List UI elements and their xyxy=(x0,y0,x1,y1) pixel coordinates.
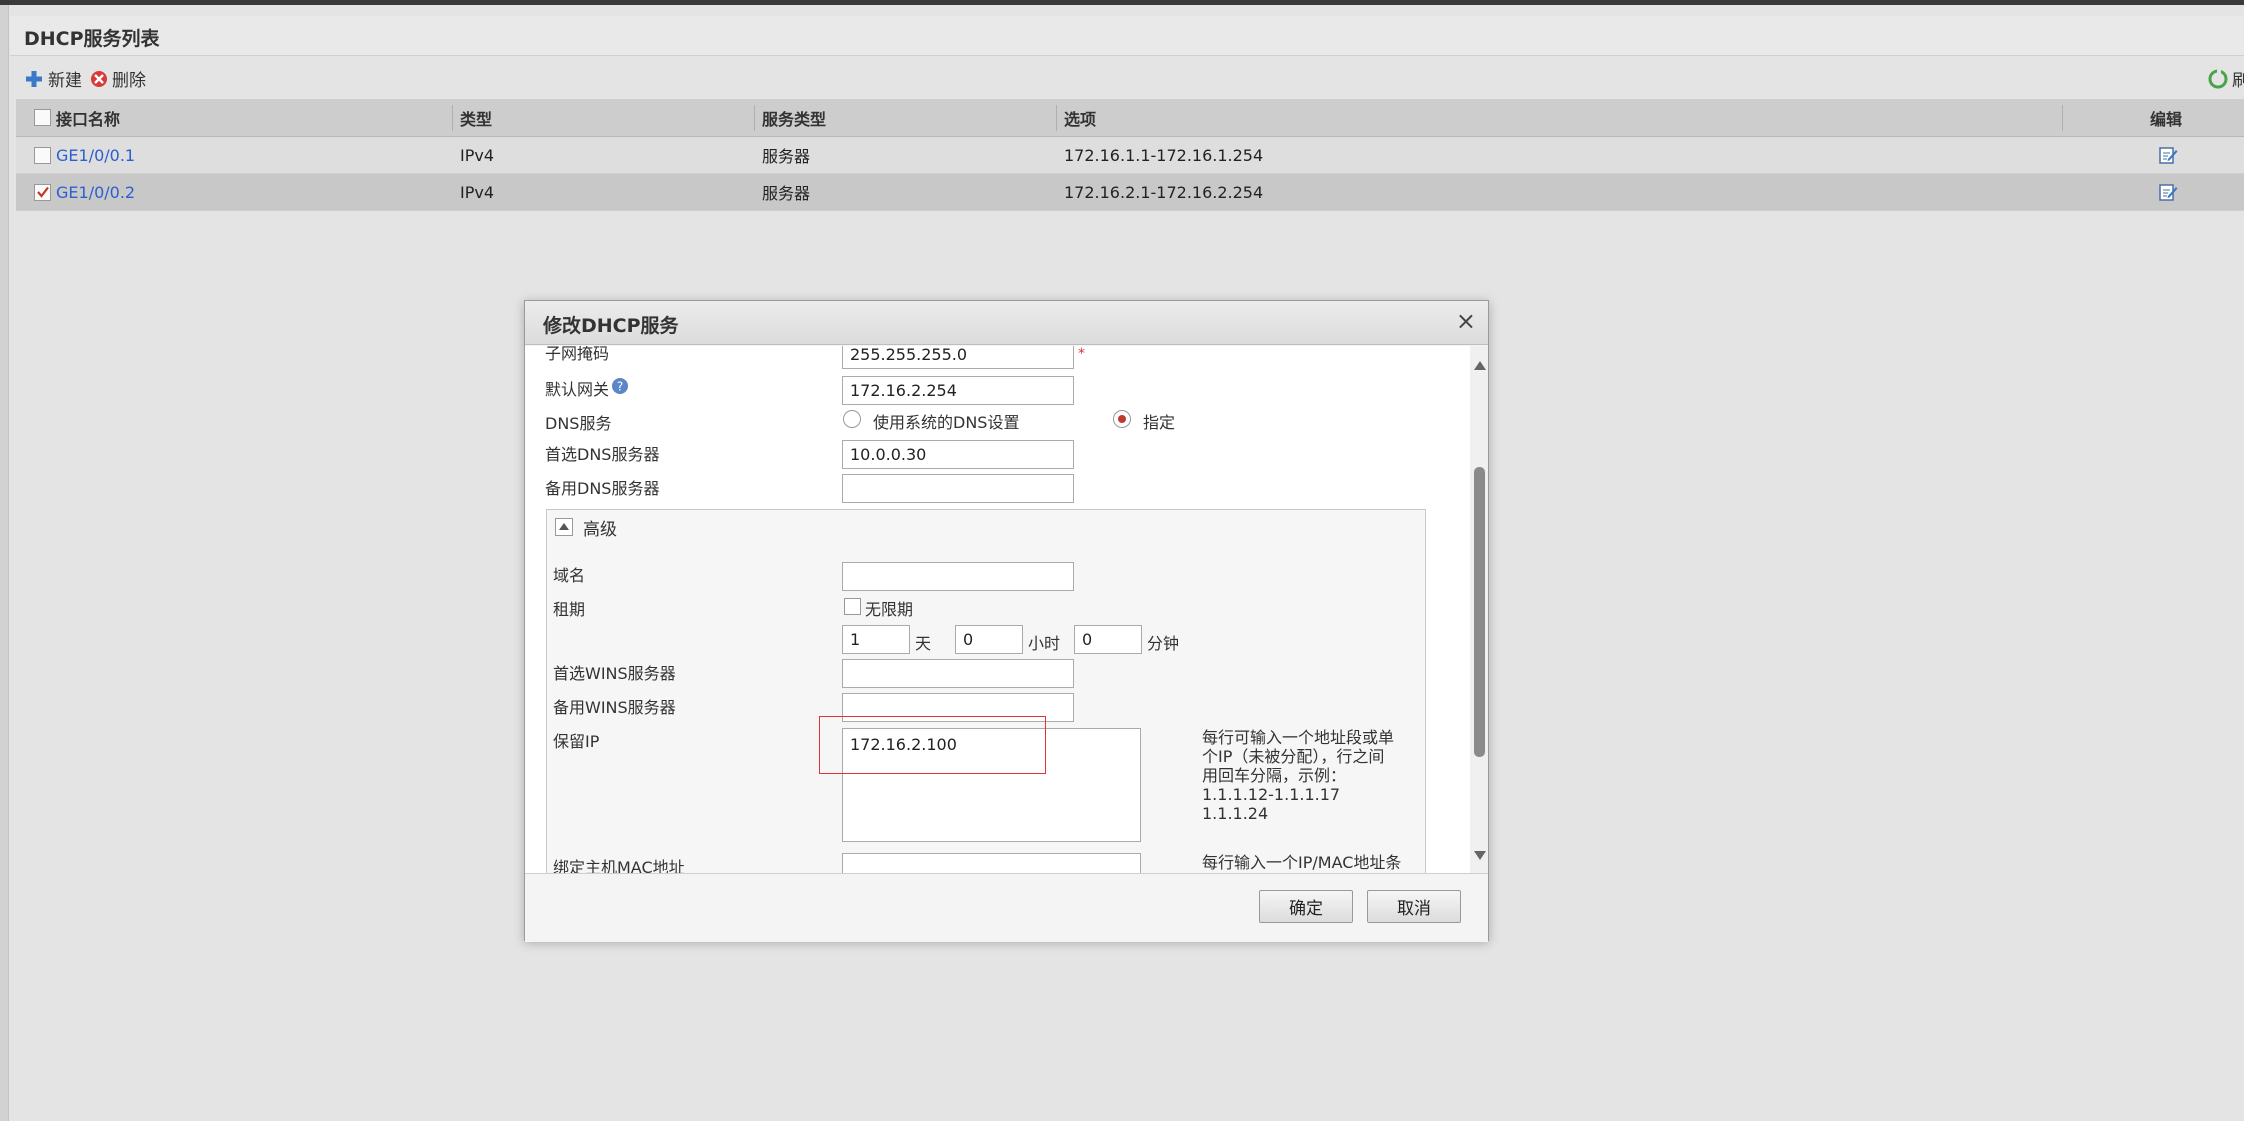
lease-minutes-unit: 分钟 xyxy=(1147,634,1180,653)
column-service-type[interactable]: 服务类型 xyxy=(756,99,826,136)
dialog-scrollbar[interactable] xyxy=(1470,346,1488,873)
table-row[interactable]: GE1/0/0.1 IPv4 服务器 172.16.1.1-172.16.1.2… xyxy=(16,137,2244,174)
subnet-mask-label: 子网掩码 xyxy=(545,346,610,363)
column-interface-name[interactable]: 接口名称 xyxy=(50,99,120,136)
gateway-input[interactable]: 172.16.2.254 xyxy=(842,376,1074,405)
radio-specify-dns-label[interactable]: 指定 xyxy=(1143,409,1175,433)
scroll-up-arrow-icon[interactable] xyxy=(1474,361,1486,370)
primary-wins-label: 首选WINS服务器 xyxy=(553,664,676,683)
row-checkbox[interactable] xyxy=(34,146,51,164)
select-all-cell xyxy=(28,99,51,136)
hint-line: 1.1.1.24 xyxy=(1202,804,1269,823)
select-all-checkbox[interactable] xyxy=(34,109,51,126)
ok-button[interactable]: 确定 xyxy=(1259,890,1353,923)
collapse-icon[interactable] xyxy=(555,518,573,536)
cancel-button[interactable]: 取消 xyxy=(1367,890,1461,923)
scrollbar-thumb[interactable] xyxy=(1474,467,1485,757)
primary-wins-input[interactable] xyxy=(842,659,1074,688)
edit-icon[interactable] xyxy=(2158,182,2178,202)
lease-days-unit: 天 xyxy=(915,634,932,653)
hint-line: 每行可输入一个地址段或单 xyxy=(1202,728,1395,747)
new-button[interactable]: 新建 xyxy=(24,66,82,91)
row-checkbox-checked[interactable] xyxy=(34,183,51,201)
primary-dns-input[interactable]: 10.0.0.30 xyxy=(842,440,1074,469)
gateway-label: 默认网关 xyxy=(545,380,610,399)
column-separator[interactable] xyxy=(2062,105,2063,131)
new-button-label: 新建 xyxy=(48,71,82,91)
row-service-type: 服务器 xyxy=(762,184,811,203)
secondary-wins-label: 备用WINS服务器 xyxy=(553,698,676,717)
mac-binding-label: 绑定主机MAC地址 xyxy=(553,858,685,873)
row-type: IPv4 xyxy=(460,182,495,202)
checkmark-icon xyxy=(36,186,49,198)
mac-binding-hint: 每行输入一个IP/MAC地址条 xyxy=(1202,853,1402,872)
lease-hours-input[interactable]: 0 xyxy=(955,625,1023,654)
toolbar: 新建 删除 刷 xyxy=(10,58,2244,98)
svg-text:?: ? xyxy=(617,380,623,394)
row-service-type: 服务器 xyxy=(762,147,811,166)
hint-line: 1.1.1.12-1.1.1.17 xyxy=(1202,785,1341,804)
radio-specify-dns[interactable] xyxy=(1113,410,1131,428)
column-separator[interactable] xyxy=(452,105,453,131)
hint-line: 用回车分隔，示例： xyxy=(1202,766,1347,785)
refresh-button[interactable]: 刷 xyxy=(2208,66,2244,91)
lease-days-input[interactable]: 1 xyxy=(842,625,910,654)
advanced-title[interactable]: 高级 xyxy=(583,515,617,540)
edit-dhcp-dialog: 修改DHCP服务 × 子网掩码 255.255.255.0 * 默认网关 ? 1… xyxy=(524,300,1489,942)
dhcp-service-table: 接口名称 类型 服务类型 选项 编辑 GE1/0/0.1 IPv4 服务器 17… xyxy=(16,99,2244,211)
mac-binding-textarea[interactable] xyxy=(842,853,1141,873)
row-options: 172.16.2.1-172.16.2.254 xyxy=(1064,182,1264,202)
column-separator[interactable] xyxy=(754,105,755,131)
row-type: IPv4 xyxy=(460,145,495,165)
lease-minutes-input[interactable]: 0 xyxy=(1074,625,1142,654)
top-bar xyxy=(0,0,2244,5)
dialog-body: 子网掩码 255.255.255.0 * 默认网关 ? 172.16.2.254… xyxy=(525,346,1470,873)
secondary-dns-label: 备用DNS服务器 xyxy=(545,479,660,498)
refresh-button-label: 刷 xyxy=(2232,71,2244,91)
dialog-title-bar[interactable]: 修改DHCP服务 × xyxy=(525,301,1488,345)
column-options[interactable]: 选项 xyxy=(1058,99,1096,136)
refresh-icon xyxy=(2208,68,2228,88)
table-header: 接口名称 类型 服务类型 选项 编辑 xyxy=(16,99,2244,137)
lease-label: 租期 xyxy=(553,600,586,619)
table-row[interactable]: GE1/0/0.2 IPv4 服务器 172.16.2.1-172.16.2.2… xyxy=(16,174,2244,211)
highlight-box xyxy=(819,716,1046,774)
column-separator[interactable] xyxy=(1056,105,1057,131)
radio-system-dns-label[interactable]: 使用系统的DNS设置 xyxy=(873,409,1019,433)
row-options: 172.16.1.1-172.16.1.254 xyxy=(1064,145,1264,165)
interface-link[interactable]: GE1/0/0.1 xyxy=(56,146,135,165)
delete-button[interactable]: 删除 xyxy=(90,66,146,91)
domain-input[interactable] xyxy=(842,562,1074,591)
reserved-ip-label: 保留IP xyxy=(553,732,600,751)
lease-hours-unit: 小时 xyxy=(1028,634,1061,653)
unlimited-lease-checkbox[interactable] xyxy=(844,598,861,615)
dialog-title: 修改DHCP服务 xyxy=(543,315,679,337)
secondary-dns-input[interactable] xyxy=(842,474,1074,503)
scroll-down-arrow-icon[interactable] xyxy=(1474,851,1486,860)
advanced-section: 高级 域名 租期 无限期 1 天 0 小时 0 分钟 首选WINS服务器 备用W… xyxy=(546,509,1426,873)
edit-icon[interactable] xyxy=(2158,145,2178,165)
hint-line: 个IP（未被分配），行之间 xyxy=(1202,747,1385,766)
interface-link[interactable]: GE1/0/0.2 xyxy=(56,183,135,202)
delete-button-label: 删除 xyxy=(112,71,146,91)
left-edge xyxy=(0,5,9,1121)
dns-service-label: DNS服务 xyxy=(545,414,612,433)
column-edit: 编辑 xyxy=(2150,109,2183,129)
delete-x-icon xyxy=(91,70,107,87)
panel-header: DHCP服务列表 xyxy=(10,16,2244,56)
close-icon[interactable]: × xyxy=(1456,309,1476,333)
page-title: DHCP服务列表 xyxy=(24,28,160,50)
dialog-footer: 确定 取消 xyxy=(525,873,1488,942)
reserved-ip-hint: 每行可输入一个地址段或单 个IP（未被分配），行之间 用回车分隔，示例： 1.1… xyxy=(1202,728,1407,823)
plus-icon xyxy=(26,70,42,87)
help-icon[interactable]: ? xyxy=(611,377,629,395)
required-mark: * xyxy=(1078,346,1085,362)
unlimited-lease-label[interactable]: 无限期 xyxy=(865,596,913,620)
column-type[interactable]: 类型 xyxy=(454,99,492,136)
domain-label: 域名 xyxy=(553,566,586,585)
subnet-mask-input[interactable]: 255.255.255.0 xyxy=(842,346,1074,369)
radio-system-dns[interactable] xyxy=(843,410,861,428)
primary-dns-label: 首选DNS服务器 xyxy=(545,445,660,464)
